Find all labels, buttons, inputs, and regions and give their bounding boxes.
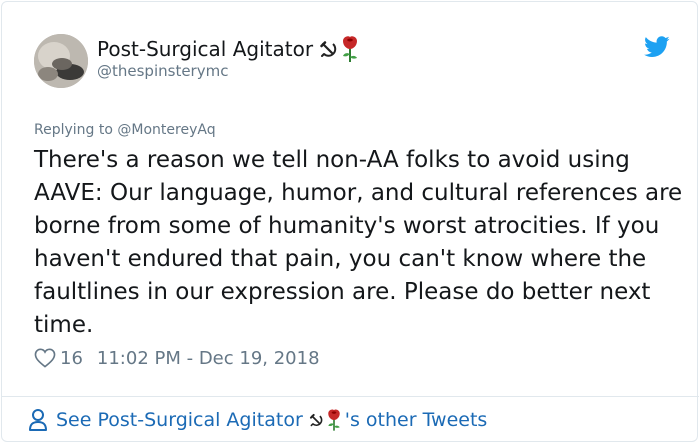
footer-emoji-group bbox=[309, 408, 343, 432]
person-icon bbox=[28, 408, 48, 432]
footer-prefix: See bbox=[56, 409, 92, 431]
hammer-and-sickle-icon bbox=[309, 413, 323, 427]
like-count[interactable]: 16 bbox=[60, 348, 83, 369]
avatar[interactable] bbox=[34, 34, 88, 88]
rose-icon bbox=[343, 36, 358, 62]
tweet-meta-row: 16 11:02 PM - Dec 19, 2018 bbox=[34, 345, 320, 371]
avatar-image bbox=[34, 34, 88, 88]
twitter-bird-icon[interactable] bbox=[644, 36, 670, 58]
tweet-timestamp[interactable]: 11:02 PM - Dec 19, 2018 bbox=[97, 348, 320, 369]
see-other-tweets-link[interactable]: See Post-Surgical Agitator 's other Twee… bbox=[28, 408, 487, 432]
author-handle[interactable]: @thespinsterymc bbox=[97, 62, 228, 80]
footer-suffix: 's other Tweets bbox=[344, 409, 488, 431]
footer-author-name: Post-Surgical Agitator bbox=[97, 409, 303, 431]
heart-like-icon[interactable] bbox=[34, 348, 56, 368]
name-emoji-group bbox=[319, 35, 361, 63]
hammer-and-sickle-icon bbox=[320, 41, 337, 57]
tweet-footer: See Post-Surgical Agitator 's other Twee… bbox=[2, 396, 699, 443]
tweet-body-text: There's a reason we tell non-AA folks to… bbox=[34, 147, 683, 338]
replying-prefix: Replying to bbox=[34, 122, 113, 138]
rose-icon bbox=[328, 409, 340, 431]
replying-to: Replying to @MontereyAq bbox=[34, 122, 216, 138]
embedded-tweet-card: Post-Surgical Agitator @thespinsterymc R… bbox=[1, 1, 699, 443]
author-name-row[interactable]: Post-Surgical Agitator bbox=[97, 35, 361, 63]
author-display-name[interactable]: Post-Surgical Agitator bbox=[97, 36, 313, 62]
replying-mention-link[interactable]: @MontereyAq bbox=[117, 122, 215, 138]
